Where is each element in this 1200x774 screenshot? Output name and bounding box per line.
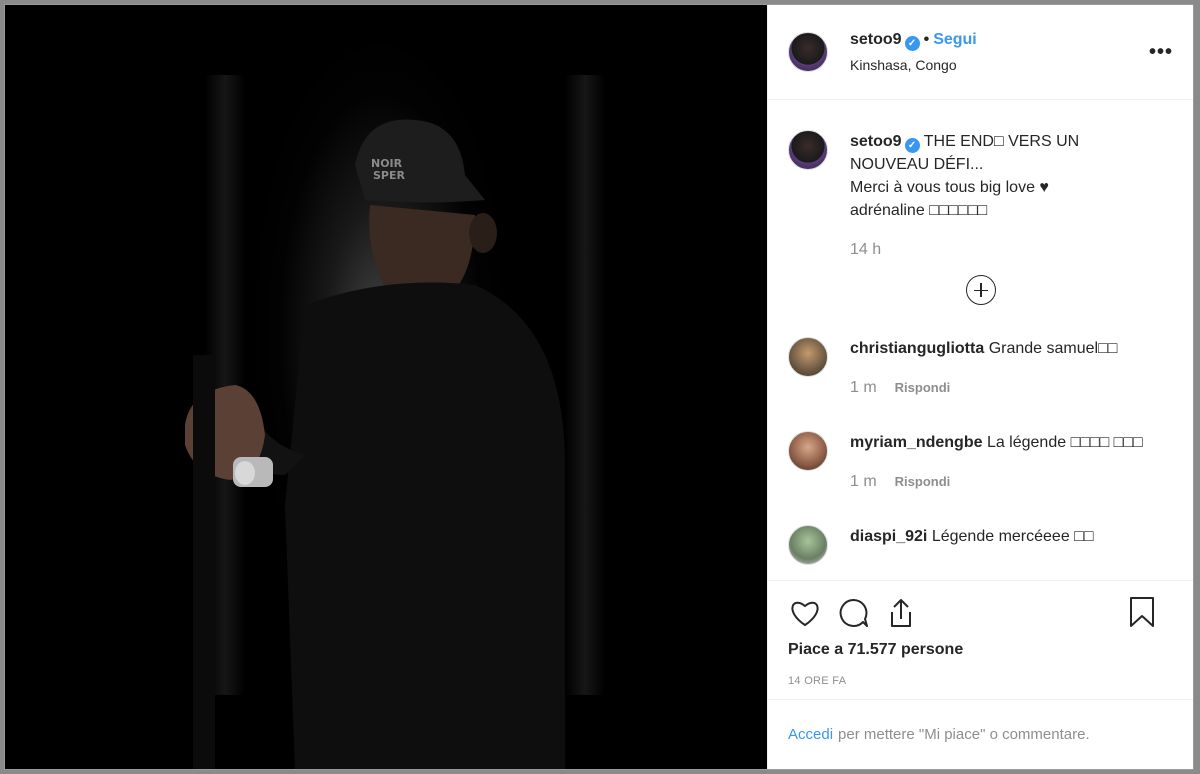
comment-username[interactable]: myriam_ndengbe: [850, 434, 982, 451]
person-silhouette: NOIR SPER: [185, 119, 565, 769]
post-image[interactable]: NOIR SPER: [5, 5, 767, 769]
comment-time: 1 m: [850, 473, 877, 490]
comment-item: diaspi_92i Légende mercéeee □□: [788, 525, 1173, 565]
author-avatar[interactable]: [788, 32, 828, 72]
comment-body: diaspi_92i Légende mercéeee □□: [850, 525, 1093, 548]
comment-username[interactable]: christiangugliotta: [850, 340, 984, 357]
post-sidebar: setoo9 ✓ • Segui Kinshasa, Congo ••• setoo9…: [767, 5, 1193, 769]
comment-icon[interactable]: [836, 596, 870, 630]
comment-text: La légende □□□□ □□□: [986, 434, 1143, 451]
likes-count[interactable]: Piace a 71.577 persone: [788, 641, 1173, 659]
caption-avatar[interactable]: [788, 130, 828, 170]
comment-username[interactable]: diaspi_92i: [850, 528, 927, 545]
comment-meta: 1 m Rispondi: [850, 470, 1150, 493]
post-header: setoo9 ✓ • Segui Kinshasa, Congo •••: [768, 5, 1193, 100]
author-username[interactable]: setoo9: [850, 31, 902, 48]
post-window: NOIR SPER setoo9 ✓ • Segui Kinshasa, Con…: [4, 4, 1194, 770]
reply-button[interactable]: Rispondi: [895, 474, 951, 489]
caption-line-2: Merci à vous tous big love ♥: [850, 179, 1049, 196]
comment-text: Légende mercéeee □□: [931, 528, 1094, 545]
plus-circle-icon[interactable]: [965, 275, 996, 305]
share-icon[interactable]: [884, 596, 918, 630]
verified-badge-icon: ✓: [904, 36, 920, 51]
action-icons: [788, 595, 1173, 631]
comment-item: myriam_ndengbe La légende □□□□ □□□ 1 m Ri…: [788, 431, 1173, 493]
comment-avatar[interactable]: [788, 431, 828, 471]
comment-body: christiangugliotta Grande samuel□□ 1 m Ri…: [850, 337, 1117, 399]
comment-time: 1 m: [850, 379, 877, 396]
svg-text:SPER: SPER: [373, 169, 405, 182]
comment-avatar[interactable]: [788, 525, 828, 565]
comment-body: myriam_ndengbe La légende □□□□ □□□ 1 m Ri…: [850, 431, 1150, 493]
login-prompt-text: per mettere "Mi piace" o commentare.: [838, 726, 1090, 743]
caption-username[interactable]: setoo9: [850, 133, 902, 150]
caption-body: setoo9 ✓ THE END□ VERS UN NOUVEAU DÉFI...…: [850, 130, 1120, 261]
login-link[interactable]: Accedi: [788, 726, 833, 743]
more-options-icon[interactable]: •••: [1149, 41, 1173, 64]
comments-section[interactable]: setoo9 ✓ THE END□ VERS UN NOUVEAU DÉFI...…: [768, 100, 1193, 580]
login-prompt: Accedi per mettere "Mi piace" o commenta…: [768, 699, 1193, 769]
heart-icon[interactable]: [788, 596, 822, 630]
reply-button[interactable]: Rispondi: [895, 380, 951, 395]
caption-time: 14 h: [850, 241, 882, 258]
separator-dot: •: [923, 31, 930, 48]
caption-line-3: adrénaline □□□□□□: [850, 202, 988, 219]
post-age: 14 ORE FA: [788, 675, 847, 687]
follow-button[interactable]: Segui: [933, 31, 977, 48]
comment-text: Grande samuel□□: [988, 340, 1118, 357]
comment-avatar[interactable]: [788, 337, 828, 377]
post-location[interactable]: Kinshasa, Congo: [850, 57, 977, 73]
verified-badge-icon: ✓: [904, 138, 920, 153]
comment-item: christiangugliotta Grande samuel□□ 1 m Ri…: [788, 337, 1173, 399]
bookmark-icon[interactable]: [1125, 595, 1159, 629]
caption: setoo9 ✓ THE END□ VERS UN NOUVEAU DÉFI...…: [788, 130, 1173, 261]
comment-meta: 1 m Rispondi: [850, 376, 1117, 399]
author-info: setoo9 ✓ • Segui Kinshasa, Congo: [850, 31, 977, 73]
